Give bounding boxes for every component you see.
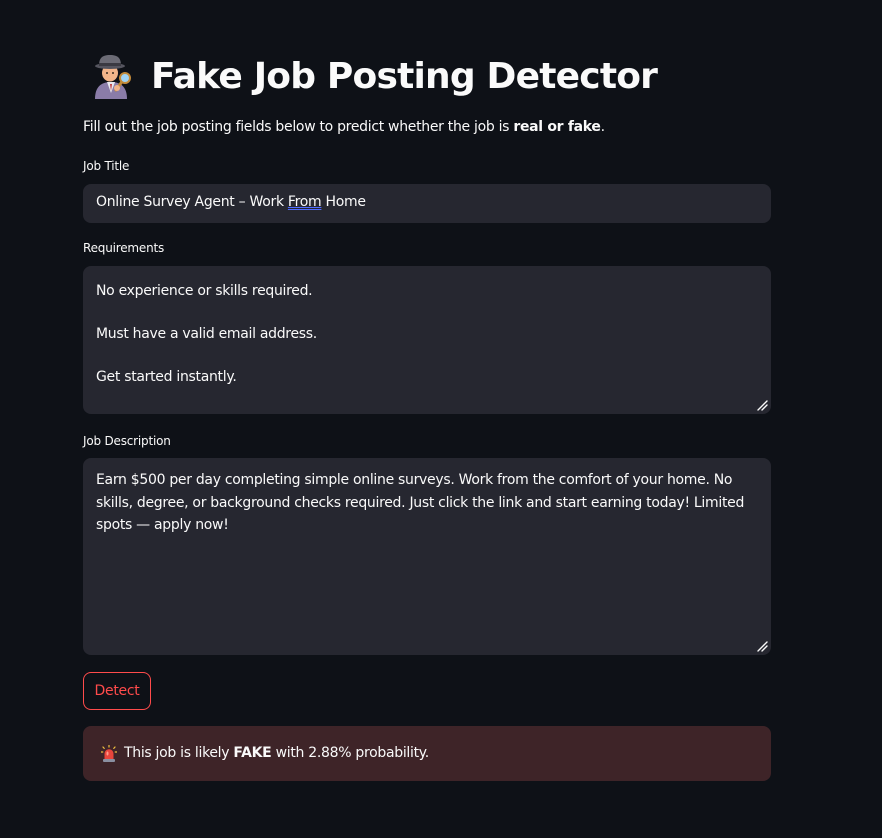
intro-text: Fill out the job posting fields below to… [83,119,605,135]
detect-button[interactable]: Detect [83,672,151,710]
result-text-end: with 2.88% probability. [271,745,430,761]
requirements-label: Requirements [83,241,165,255]
resize-handle-icon[interactable] [756,399,768,411]
result-alert: This job is likely FAKE with 2.88% proba… [83,726,771,781]
job-title-value-end: Home [321,194,366,210]
job-description-label: Job Description [83,434,171,448]
detective-emoji-icon [95,55,131,99]
page-header: Fake Job Posting Detector [89,52,658,100]
job-title-value: Online Survey Agent – Work From Home [96,194,751,210]
intro-text-lead: Fill out the job posting fields below to… [83,119,514,135]
job-title-input[interactable]: Online Survey Agent – Work From Home [83,184,771,223]
intro-text-end: . [600,119,605,135]
job-title-value-start: Online Survey Agent – Work [96,194,288,210]
spellcheck-word: From [287,194,322,210]
job-description-value: Earn $500 per day completing simple onli… [96,472,749,533]
result-text-lead: This job is likely [124,745,234,761]
page-title: Fake Job Posting Detector [151,55,658,97]
rotating-light-icon [101,745,117,762]
result-verdict: FAKE [233,745,272,761]
resize-handle-icon[interactable] [756,640,768,652]
requirements-value: No experience or skills required. Must h… [96,283,317,385]
job-description-textarea[interactable]: Earn $500 per day completing simple onli… [83,458,771,655]
job-title-label: Job Title [83,159,130,173]
requirements-textarea[interactable]: No experience or skills required. Must h… [83,266,771,414]
intro-text-emphasis: real or fake [513,119,601,135]
result-text: This job is likely FAKE with 2.88% proba… [124,745,429,761]
